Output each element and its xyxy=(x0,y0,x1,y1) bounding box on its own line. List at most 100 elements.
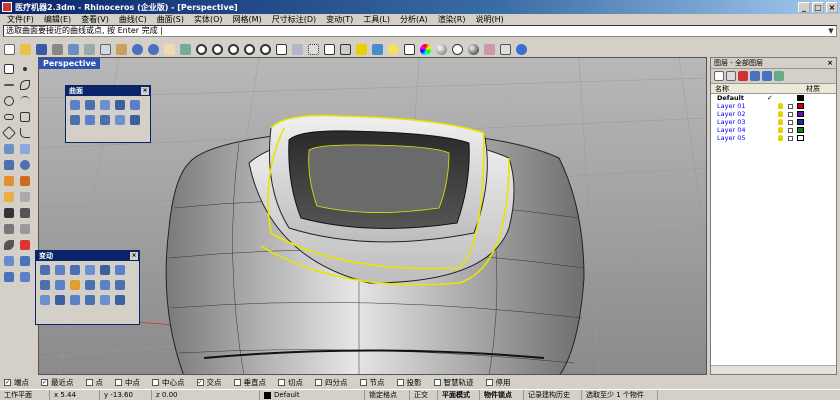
layers-panel-close-button[interactable]: × xyxy=(827,59,836,67)
extrude-curve-icon[interactable] xyxy=(113,98,127,112)
color-wheel-icon[interactable] xyxy=(418,42,433,57)
unlock-icon[interactable] xyxy=(785,119,795,125)
osnap-knot[interactable]: 节点 xyxy=(359,377,385,388)
copy-icon[interactable] xyxy=(98,42,113,57)
move-layer-up-icon[interactable] xyxy=(750,71,760,81)
explode-icon[interactable] xyxy=(18,222,32,236)
menu-render[interactable]: 渲染(R) xyxy=(433,14,471,25)
zoom-selected-icon[interactable] xyxy=(242,42,257,57)
layer-color-swatch[interactable] xyxy=(797,103,804,109)
arc-icon[interactable] xyxy=(18,94,32,108)
surface-from-points-icon[interactable] xyxy=(68,98,82,112)
osnap-perpendicular[interactable]: 垂直点 xyxy=(233,377,266,388)
checkbox[interactable] xyxy=(278,379,285,386)
point-icon[interactable] xyxy=(18,62,32,76)
osnap-smarttrack[interactable]: 智慧轨迹 xyxy=(433,377,474,388)
status-layer[interactable]: Default xyxy=(260,390,365,400)
checkbox[interactable] xyxy=(433,379,441,386)
bend-icon[interactable] xyxy=(83,278,97,292)
mesh-icon[interactable] xyxy=(2,174,16,188)
text-icon[interactable] xyxy=(2,254,16,268)
properties-icon[interactable] xyxy=(402,42,417,57)
osnap-point[interactable]: 点 xyxy=(85,377,103,388)
layer-name-column[interactable]: 名称 xyxy=(711,84,806,93)
loft-icon[interactable] xyxy=(128,98,142,112)
extrude-icon[interactable] xyxy=(18,142,32,156)
checkbox[interactable] xyxy=(233,379,241,386)
construction-plane-icon[interactable] xyxy=(290,42,305,57)
render-tool-icon[interactable] xyxy=(18,270,32,284)
rotate-icon[interactable] xyxy=(68,263,82,277)
osnap-center[interactable]: 中心点 xyxy=(152,377,185,388)
menu-mesh[interactable]: 网格(M) xyxy=(228,14,267,25)
osnap-end[interactable]: ✓ 端点 xyxy=(4,377,29,388)
layer-color-swatch[interactable] xyxy=(797,95,804,101)
layers-horizontal-scrollbar[interactable] xyxy=(711,365,836,374)
network-surface-icon[interactable] xyxy=(113,113,127,127)
taper-icon[interactable] xyxy=(98,278,112,292)
command-history-dropdown-icon[interactable]: ▼ xyxy=(826,26,836,36)
array-rect-icon[interactable] xyxy=(113,263,127,277)
command-line[interactable]: 选取曲面要接近的曲线或点, 按 Enter 完成 | ▼ xyxy=(3,25,837,37)
layer-icon[interactable] xyxy=(370,42,385,57)
unlock-icon[interactable] xyxy=(785,135,795,141)
status-osnap[interactable]: 物件锁点 xyxy=(480,390,524,400)
sphere-shade-icon[interactable] xyxy=(434,42,449,57)
light-bulb-icon[interactable] xyxy=(775,135,785,141)
unlock-icon[interactable] xyxy=(785,111,795,117)
checkbox[interactable] xyxy=(115,379,122,386)
osnap-project[interactable]: 投影 xyxy=(396,377,422,388)
grid-icon[interactable] xyxy=(306,42,321,57)
status-cplane[interactable]: 工作平面 xyxy=(0,390,50,400)
menu-file[interactable]: 文件(F) xyxy=(2,14,39,25)
sweep1-icon[interactable] xyxy=(83,113,97,127)
viewport-title[interactable]: Perspective xyxy=(39,58,101,69)
light-bulb-icon[interactable] xyxy=(775,127,785,133)
filter-icon[interactable] xyxy=(774,71,784,81)
surface-palette[interactable]: 曲面 × xyxy=(65,85,151,143)
menu-solid[interactable]: 实体(O) xyxy=(189,14,228,25)
curve-fillet-icon[interactable] xyxy=(18,126,32,140)
align-icon[interactable] xyxy=(53,278,67,292)
boolean-icon[interactable] xyxy=(18,174,32,188)
menu-view[interactable]: 查看(V) xyxy=(76,14,114,25)
paste-icon[interactable] xyxy=(114,42,129,57)
block-icon[interactable] xyxy=(2,270,16,284)
copy-object-icon[interactable] xyxy=(53,263,67,277)
move-icon[interactable] xyxy=(38,263,52,277)
pan-icon[interactable] xyxy=(162,42,177,57)
orient-icon[interactable] xyxy=(38,278,52,292)
project-icon[interactable] xyxy=(98,293,112,307)
select-arrow-icon[interactable] xyxy=(2,62,16,76)
move-layer-down-icon[interactable] xyxy=(762,71,772,81)
light-bulb-icon[interactable] xyxy=(775,119,785,125)
checkbox[interactable]: ✓ xyxy=(196,379,204,386)
osnap-mid[interactable]: 中点 xyxy=(115,377,140,388)
redo-icon[interactable] xyxy=(146,42,161,57)
osnap-disable[interactable]: 停用 xyxy=(485,377,511,388)
show-object-icon[interactable] xyxy=(322,42,337,57)
layer-row-05[interactable]: Layer 05 xyxy=(711,134,836,142)
layer-row-04[interactable]: Layer 04 xyxy=(711,126,836,134)
split-icon[interactable] xyxy=(18,206,32,220)
zoom-window-icon[interactable] xyxy=(210,42,225,57)
layer-row-01[interactable]: Layer 01 xyxy=(711,102,836,110)
status-history[interactable]: 记录建构历史 xyxy=(524,390,582,400)
scale-icon[interactable] xyxy=(83,263,97,277)
import-icon[interactable] xyxy=(66,42,81,57)
rectangle-icon[interactable] xyxy=(18,110,32,124)
maximize-button[interactable]: □ xyxy=(812,1,824,13)
zoom-extents-icon[interactable] xyxy=(226,42,241,57)
wireframe-icon[interactable] xyxy=(450,42,465,57)
array-icon[interactable] xyxy=(18,190,32,204)
checkbox[interactable] xyxy=(485,379,493,386)
status-ortho[interactable]: 正交 xyxy=(410,390,438,400)
layer-row-03[interactable]: Layer 03 xyxy=(711,118,836,126)
light-icon[interactable] xyxy=(386,42,401,57)
render-icon[interactable] xyxy=(466,42,481,57)
checkbox[interactable] xyxy=(152,379,159,386)
surface-icon[interactable] xyxy=(2,142,16,156)
unlock-icon[interactable] xyxy=(785,127,795,133)
menu-dimension[interactable]: 尺寸标注(D) xyxy=(267,14,321,25)
group-icon[interactable] xyxy=(2,238,16,252)
